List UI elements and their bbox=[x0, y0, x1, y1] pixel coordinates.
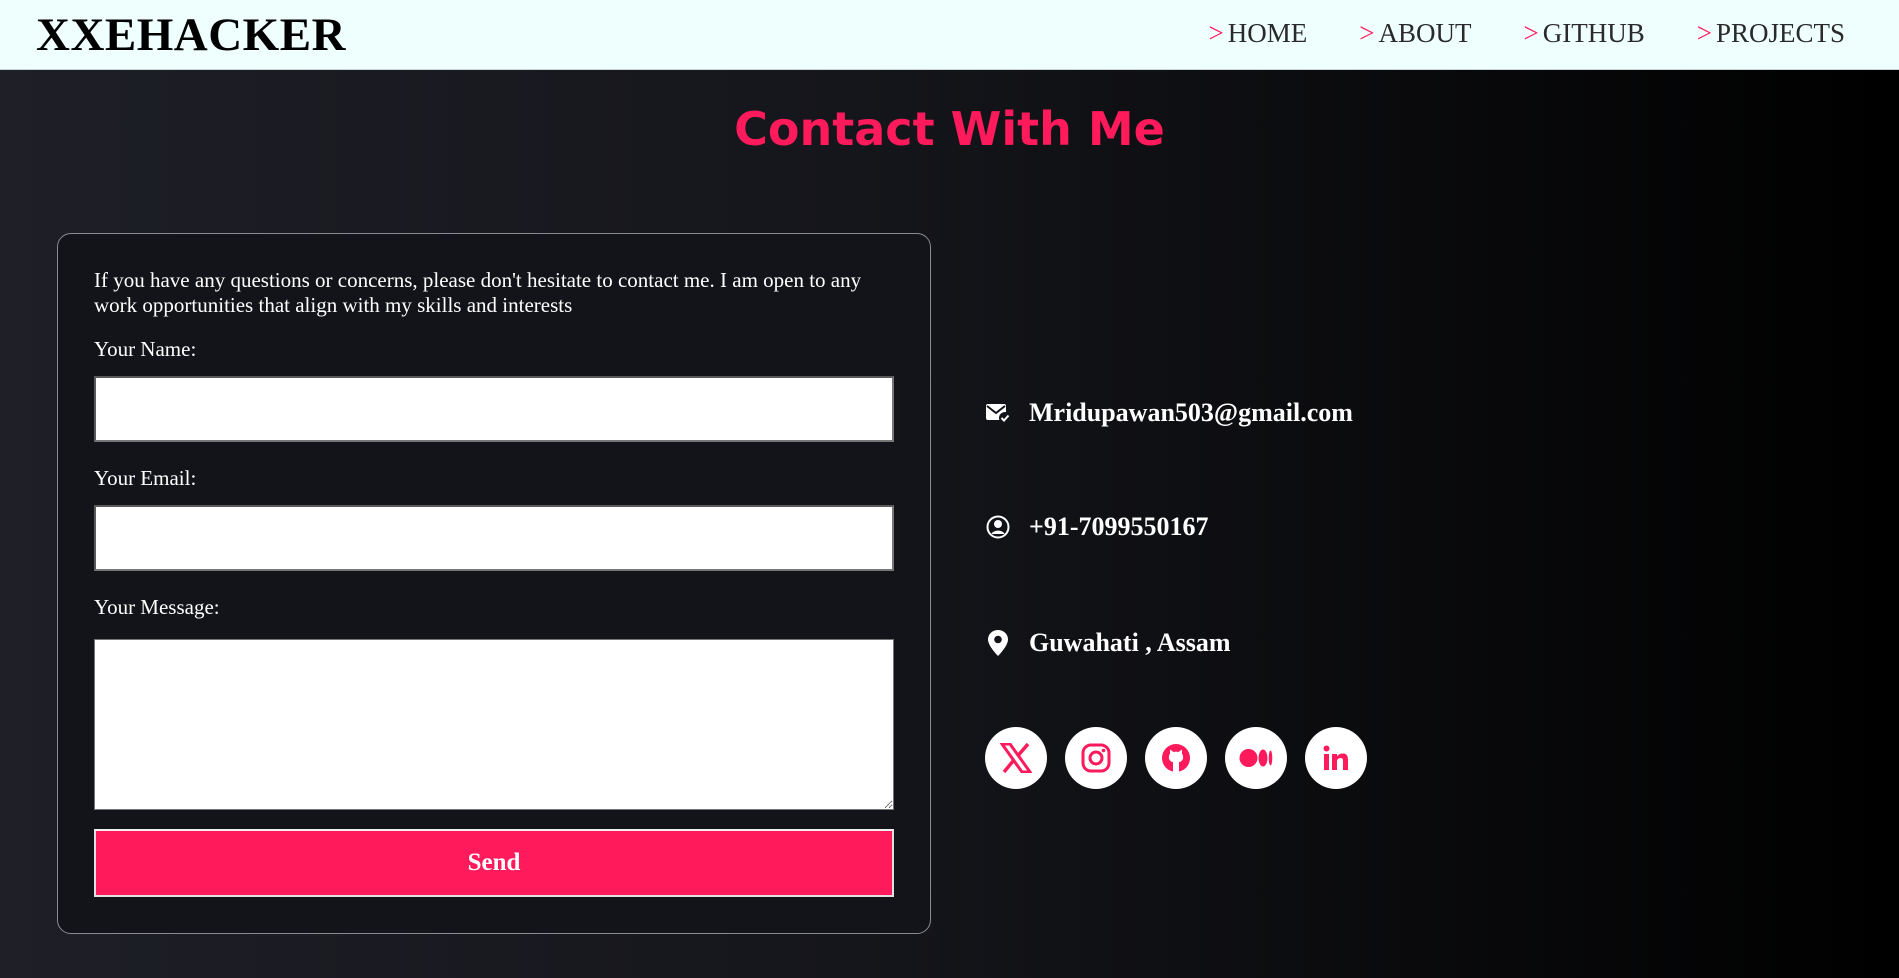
medium-icon bbox=[1239, 748, 1273, 768]
send-button[interactable]: Send bbox=[94, 829, 894, 897]
nav-link-label: GITHUB bbox=[1542, 18, 1645, 48]
nav-arrow-icon: > bbox=[1696, 18, 1712, 48]
page-title: Contact With Me bbox=[734, 102, 1165, 156]
contact-location: Guwahati , Assam bbox=[1029, 628, 1231, 657]
linkedin-link[interactable] bbox=[1305, 727, 1367, 789]
nav-link-home[interactable]: > HOME bbox=[1209, 18, 1308, 49]
nav-arrow-icon: > bbox=[1523, 18, 1539, 48]
nav-arrow-icon: > bbox=[1359, 18, 1375, 48]
nav-link-label: PROJECTS bbox=[1715, 18, 1845, 48]
nav-links: > HOME > ABOUT > GITHUB > PROJECTS bbox=[1209, 18, 1845, 49]
contact-section: Contact With Me If you have any question… bbox=[0, 70, 1899, 978]
github-icon bbox=[1160, 742, 1192, 774]
contact-form: If you have any questions or concerns, p… bbox=[57, 233, 931, 934]
message-textarea[interactable] bbox=[94, 639, 894, 810]
x-logo-icon bbox=[1000, 743, 1032, 773]
message-label: Your Message: bbox=[94, 595, 220, 619]
medium-link[interactable] bbox=[1225, 727, 1287, 789]
name-input[interactable] bbox=[94, 376, 894, 442]
instagram-icon bbox=[1081, 743, 1111, 773]
nav-link-label: HOME bbox=[1227, 18, 1308, 48]
nav-link-projects[interactable]: > PROJECTS bbox=[1697, 18, 1845, 49]
name-label: Your Name: bbox=[94, 337, 197, 361]
linkedin-icon bbox=[1322, 744, 1350, 772]
nav-link-github[interactable]: > GITHUB bbox=[1523, 18, 1644, 49]
contact-phone: +91-7099550167 bbox=[1029, 512, 1209, 541]
x-twitter-link[interactable] bbox=[985, 727, 1047, 789]
nav-arrow-icon: > bbox=[1208, 18, 1224, 48]
phone-circle-icon bbox=[985, 514, 1011, 540]
social-links bbox=[985, 727, 1367, 789]
github-link[interactable] bbox=[1145, 727, 1207, 789]
email-input[interactable] bbox=[94, 505, 894, 571]
navbar: XXEHACKER > HOME > ABOUT > GITHUB > PROJECTS bbox=[0, 0, 1899, 70]
contact-email[interactable]: Mridupawan503@gmail.com bbox=[1029, 398, 1353, 428]
contact-email-row: Mridupawan503@gmail.com bbox=[985, 398, 1353, 428]
form-intro: If you have any questions or concerns, p… bbox=[94, 268, 862, 317]
brand-logo[interactable]: XXEHACKER bbox=[36, 8, 346, 62]
map-pin-icon bbox=[985, 630, 1011, 656]
contact-phone-row: +91-7099550167 bbox=[985, 512, 1208, 542]
nav-link-about[interactable]: > ABOUT bbox=[1359, 18, 1471, 49]
email-label: Your Email: bbox=[94, 466, 197, 490]
instagram-link[interactable] bbox=[1065, 727, 1127, 789]
contact-location-row: Guwahati , Assam bbox=[985, 628, 1231, 658]
nav-link-label: ABOUT bbox=[1378, 18, 1472, 48]
mail-check-icon bbox=[985, 400, 1011, 426]
